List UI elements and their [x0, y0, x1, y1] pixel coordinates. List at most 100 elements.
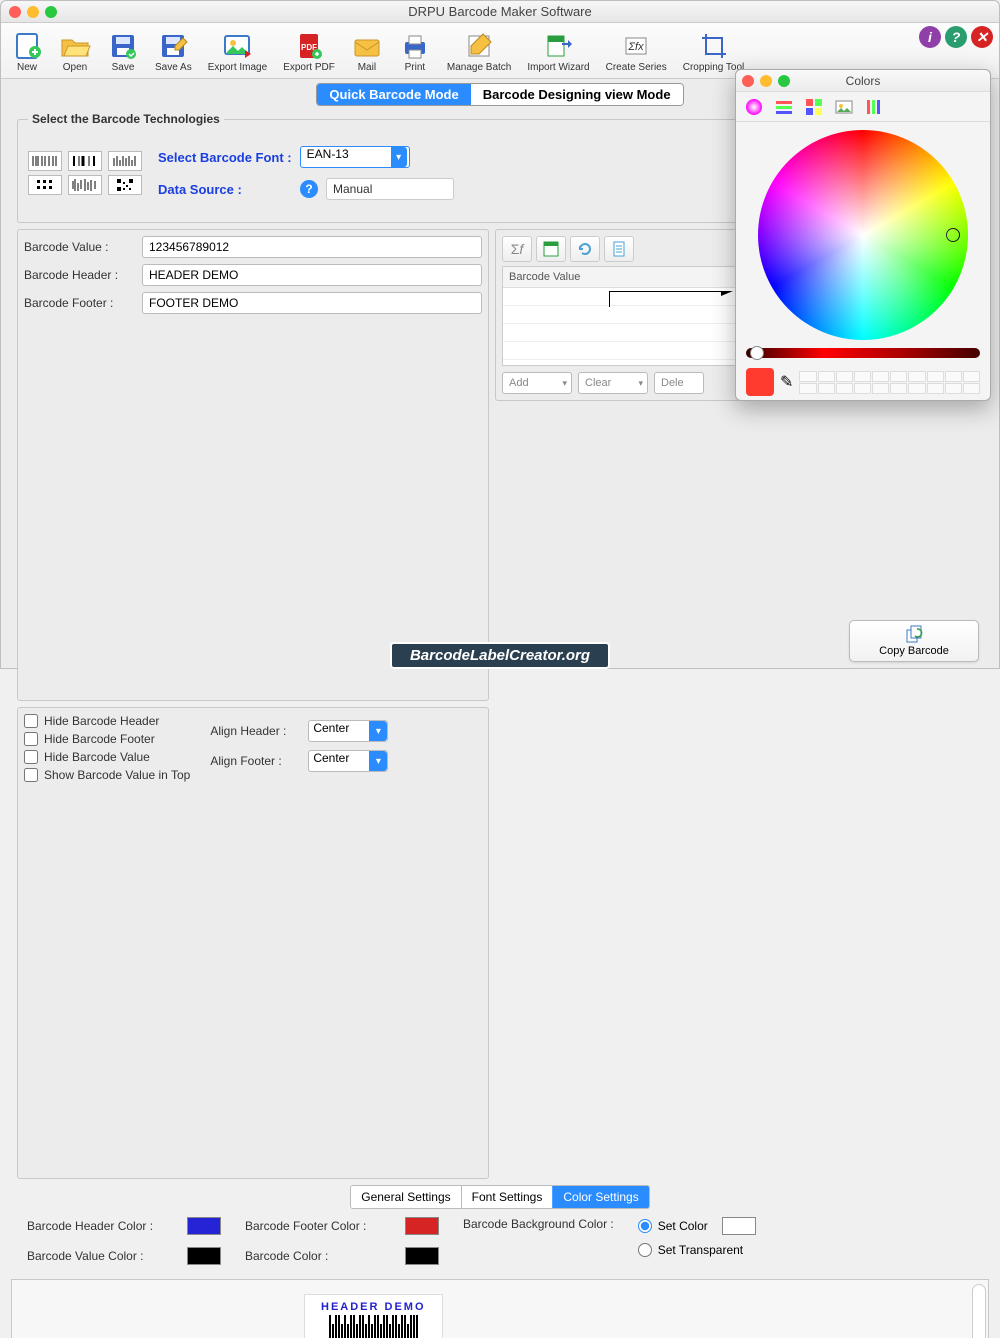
sliders-mode-icon[interactable]	[774, 97, 794, 117]
toolbar-cropping-tool-button[interactable]: Cropping Tool	[677, 28, 751, 75]
toolbar-open-button[interactable]: Open	[53, 28, 97, 75]
toolbar-export-pdf-button[interactable]: PDFExport PDF	[277, 28, 341, 75]
titlebar: DRPU Barcode Maker Software	[1, 1, 999, 23]
wheel-cursor-icon[interactable]	[946, 228, 960, 242]
barcode-type-thumb[interactable]	[68, 151, 102, 171]
barcode-type-thumb[interactable]	[28, 151, 62, 171]
align-footer-label: Align Footer :	[210, 754, 300, 768]
barcode-type-thumb[interactable]	[28, 175, 62, 195]
copy-icon	[904, 625, 924, 643]
grid-fx-button[interactable]: Σf	[502, 236, 532, 262]
grid-add-select[interactable]: Add	[502, 372, 572, 394]
show-top-checkbox[interactable]: Show Barcode Value in Top	[24, 768, 190, 782]
bg-color-label: Barcode Background Color :	[463, 1217, 614, 1231]
color-picker-window: Colors ✎	[735, 69, 991, 401]
grid-doc-button[interactable]	[604, 236, 634, 262]
source-label: Data Source :	[158, 182, 292, 197]
footer-label: Barcode Footer :	[24, 296, 134, 310]
color-picker-toolbar	[736, 92, 990, 122]
brightness-slider[interactable]	[746, 348, 980, 358]
hide-header-checkbox[interactable]: Hide Barcode Header	[24, 714, 190, 728]
grid-sheet-button[interactable]	[536, 236, 566, 262]
barcode-color-label: Barcode Color :	[245, 1249, 395, 1263]
align-footer-select[interactable]: Center	[308, 750, 388, 772]
header-label: Barcode Header :	[24, 268, 134, 282]
header-color-swatch[interactable]	[187, 1217, 221, 1235]
align-header-select[interactable]: Center	[308, 720, 388, 742]
tech-legend: Select the Barcode Technologies	[28, 112, 224, 126]
barcode-footer-input[interactable]	[142, 292, 482, 314]
barcode-color-swatch[interactable]	[405, 1247, 439, 1265]
toolbar-new-button[interactable]: New	[5, 28, 49, 75]
toolbar-print-button[interactable]: Print	[393, 28, 437, 75]
color-picker-title: Colors	[736, 74, 990, 88]
tab-font-settings[interactable]: Font Settings	[462, 1186, 554, 1208]
color-picker-titlebar: Colors	[736, 70, 990, 92]
toolbar-create-series-button[interactable]: ΣfxCreate Series	[600, 28, 673, 75]
header-color-label: Barcode Header Color :	[27, 1219, 177, 1233]
exit-icon[interactable]: ✕	[971, 26, 993, 48]
help-icon[interactable]: ?	[945, 26, 967, 48]
barcode-type-thumb[interactable]	[108, 175, 142, 195]
tab-color-settings[interactable]: Color Settings	[552, 1185, 649, 1209]
footer-color-label: Barcode Footer Color :	[245, 1219, 395, 1233]
main-window: DRPU Barcode Maker Software New Open Sav…	[0, 0, 1000, 669]
saved-colors-grid[interactable]	[799, 371, 980, 394]
toolbar-mail-button[interactable]: Mail	[345, 28, 389, 75]
toolbar-manage-batch-button[interactable]: Manage Batch	[441, 28, 518, 75]
toolbar-right-icons: i ? ✕	[919, 26, 993, 48]
value-label: Barcode Value :	[24, 240, 134, 254]
hide-value-checkbox[interactable]: Hide Barcode Value	[24, 750, 190, 764]
barcode-value-input[interactable]	[142, 236, 482, 258]
barcode-header-input[interactable]	[142, 264, 482, 286]
grid-rotate-button[interactable]	[570, 236, 600, 262]
svg-text:Σfx: Σfx	[628, 41, 645, 53]
toolbar-export-image-button[interactable]: Export Image	[202, 28, 273, 75]
image-mode-icon[interactable]	[834, 97, 854, 117]
window-title: DRPU Barcode Maker Software	[1, 4, 999, 19]
tab-general-settings[interactable]: General Settings	[351, 1186, 461, 1208]
info-icon[interactable]: i	[919, 26, 941, 48]
align-header-label: Align Header :	[210, 724, 300, 738]
help-icon[interactable]: ?	[300, 180, 318, 198]
barcode-type-thumb[interactable]	[108, 151, 142, 171]
footer-color-swatch[interactable]	[405, 1217, 439, 1235]
barcode-preview: HEADER DEMO 1234567 890128 FOOTER DEMO	[304, 1294, 443, 1338]
data-source-field[interactable]: Manual	[326, 178, 454, 200]
scrollbar[interactable]	[972, 1284, 986, 1338]
value-color-swatch[interactable]	[187, 1247, 221, 1265]
toolbar-import-wizard-button[interactable]: Import Wizard	[521, 28, 595, 75]
eyedropper-icon[interactable]: ✎	[780, 372, 793, 392]
color-settings-panel: Barcode Header Color : Barcode Value Col…	[17, 1209, 983, 1273]
display-options-panel: Hide Barcode Header Hide Barcode Footer …	[17, 707, 489, 1179]
hide-footer-checkbox[interactable]: Hide Barcode Footer	[24, 732, 190, 746]
col-header: Barcode Value	[503, 267, 739, 287]
slider-knob[interactable]	[750, 346, 764, 360]
preview-header: HEADER DEMO	[321, 1301, 426, 1313]
tab-design-mode[interactable]: Barcode Designing view Mode	[471, 84, 683, 105]
current-color-swatch[interactable]	[746, 368, 774, 396]
barcode-font-select[interactable]: EAN-13	[300, 146, 410, 168]
grid-delete-button[interactable]: Dele	[654, 372, 704, 394]
set-transparent-radio[interactable]: Set Transparent	[638, 1243, 756, 1257]
barcode-bars-icon	[321, 1315, 426, 1338]
set-color-radio[interactable]: Set Color	[638, 1217, 756, 1235]
palette-mode-icon[interactable]	[804, 97, 824, 117]
preview-panel: HEADER DEMO 1234567 890128 FOOTER DEMO	[11, 1279, 989, 1338]
tab-quick-mode[interactable]: Quick Barcode Mode	[317, 84, 470, 105]
color-picker-footer: ✎	[736, 362, 990, 402]
barcode-fields-panel: Barcode Value : Barcode Header : Barcode…	[17, 229, 489, 701]
settings-tabs: General Settings Font Settings Color Set…	[17, 1185, 983, 1209]
toolbar-saveas-button[interactable]: Save As	[149, 28, 198, 75]
wheel-mode-icon[interactable]	[744, 97, 764, 117]
value-color-label: Barcode Value Color :	[27, 1249, 177, 1263]
footer-brand: BarcodeLabelCreator.org	[1, 642, 999, 668]
font-label: Select Barcode Font :	[158, 150, 292, 165]
barcode-type-thumb[interactable]	[68, 175, 102, 195]
barcode-thumbnails	[28, 151, 142, 195]
color-wheel[interactable]	[758, 130, 968, 340]
bg-color-swatch[interactable]	[722, 1217, 756, 1235]
grid-clear-select[interactable]: Clear	[578, 372, 648, 394]
toolbar-save-button[interactable]: Save	[101, 28, 145, 75]
pencils-mode-icon[interactable]	[864, 97, 884, 117]
